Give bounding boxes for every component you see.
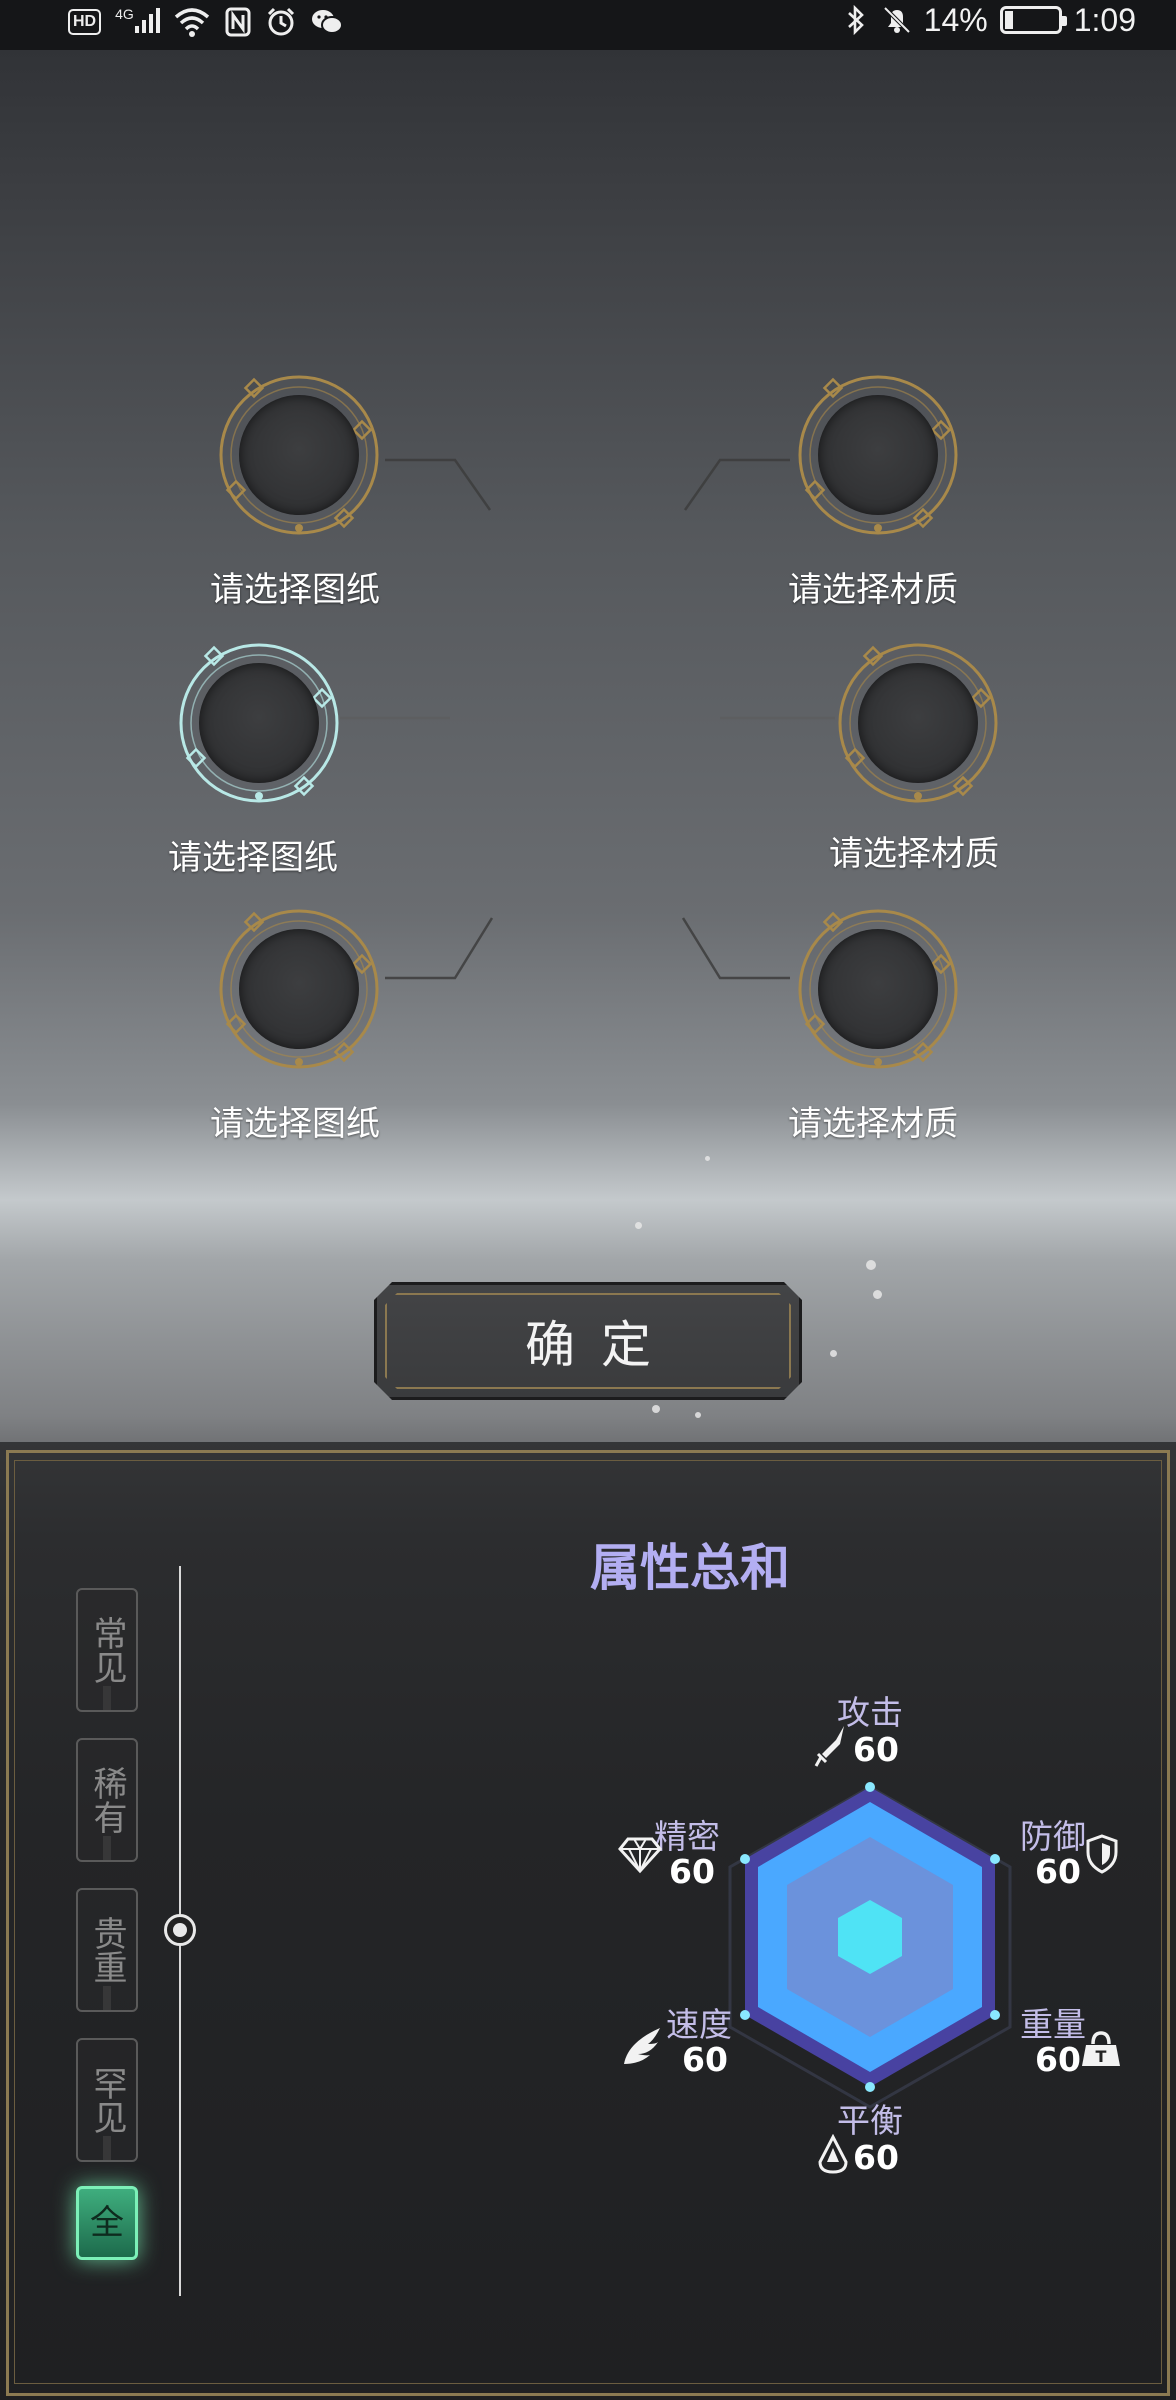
radar-dot-speed (740, 2010, 750, 2020)
filter-scroll-knob[interactable] (164, 1914, 196, 1946)
sparkle (652, 1405, 660, 1413)
status-bar: HD 4G 14% 1:09 (0, 0, 1176, 50)
mute-bell-icon (882, 4, 912, 36)
blueprint-slot-2-label: 请选择图纸 (168, 838, 338, 878)
alarm-icon (266, 6, 296, 38)
blueprint-slot-1-label: 请选择图纸 (210, 570, 380, 610)
ring-notch (295, 1058, 303, 1066)
stat-defense-name: 防御 (1020, 1817, 1086, 1856)
nfc-icon (224, 6, 252, 38)
stat-weight-name: 重量 (1020, 2005, 1086, 2044)
balance-icon (818, 2134, 848, 2174)
slot-empty-core (239, 929, 359, 1049)
sparkle (873, 1290, 882, 1299)
stat-weight-value: 60 (1035, 2040, 1081, 2079)
blueprint-slot-2[interactable] (174, 638, 344, 808)
battery-percent: 14% (923, 1, 988, 38)
sparkle (830, 1350, 837, 1357)
slot-empty-core (858, 663, 978, 783)
stat-precision-value: 60 (669, 1852, 715, 1891)
sparkle (635, 1222, 642, 1229)
slot-empty-core (239, 395, 359, 515)
filter-rare-label: 稀有 (87, 1766, 127, 1834)
confirm-button[interactable]: 确定 (374, 1282, 802, 1400)
material-slot-1[interactable] (793, 370, 963, 540)
sparkle (695, 1412, 701, 1418)
filter-uncommon-label: 罕见 (87, 2066, 127, 2134)
material-slot-2[interactable] (833, 638, 1003, 808)
stat-speed-name: 速度 (666, 2005, 732, 2044)
stat-defense-value: 60 (1035, 1852, 1081, 1891)
material-slot-3[interactable] (793, 904, 963, 1074)
weight-icon: T (1082, 2031, 1120, 2066)
clock: 1:09 (1073, 1, 1136, 38)
stat-balance-value: 60 (853, 2138, 899, 2177)
ring-notch (914, 792, 922, 800)
shield-icon (1086, 1834, 1118, 1874)
filter-common-label: 常见 (87, 1616, 127, 1684)
material-slot-2-label: 请选择材质 (829, 834, 999, 874)
attribute-total-title: 属性总和 (590, 1539, 790, 1597)
signal-icon: 4G (115, 6, 160, 38)
confirm-button-label: 确定 (525, 1316, 677, 1374)
filter-precious[interactable]: 贵重 (76, 1888, 138, 2012)
radar-dot-attack (865, 1782, 875, 1792)
blueprint-slot-3-label: 请选择图纸 (210, 1104, 380, 1144)
radar-dot-precision (740, 1854, 750, 1864)
slot-empty-core (818, 929, 938, 1049)
ring-notch (874, 1058, 882, 1066)
stat-attack-value: 60 (853, 1730, 899, 1769)
filter-rare[interactable]: 稀有 (76, 1738, 138, 1862)
battery-fill (1004, 11, 1013, 29)
stat-precision-name: 精密 (654, 1817, 720, 1856)
filter-common[interactable]: 常见 (76, 1588, 138, 1712)
stat-speed-value: 60 (682, 2040, 728, 2079)
slot-empty-core (199, 663, 319, 783)
radar-dot-defense (990, 1854, 1000, 1864)
slot-connectors (340, 458, 835, 980)
radar-dot-balance (865, 2082, 875, 2092)
sparkle (705, 1156, 710, 1161)
blueprint-slot-1[interactable] (214, 370, 384, 540)
attribute-radar-chart (728, 1782, 1012, 2109)
slot-empty-core (818, 395, 938, 515)
network-type: 4G (115, 6, 134, 22)
battery-icon (999, 6, 1067, 34)
ring-notch (255, 792, 263, 800)
filter-uncommon[interactable]: 罕见 (76, 2038, 138, 2162)
svg-text:T: T (1096, 2047, 1107, 2066)
blueprint-slot-3[interactable] (214, 904, 384, 1074)
ring-notch (295, 524, 303, 532)
filter-all[interactable]: 全 (76, 2186, 138, 2260)
sword-icon (814, 1726, 844, 1767)
material-slot-1-label: 请选择材质 (788, 570, 958, 610)
wifi-icon (174, 6, 210, 38)
hd-icon: HD (68, 9, 102, 35)
wechat-icon (310, 6, 344, 38)
bluetooth-icon (842, 4, 870, 36)
filter-all-label: 全 (90, 2203, 124, 2243)
material-slot-3-label: 请选择材质 (788, 1104, 958, 1144)
wing-icon (624, 2028, 660, 2064)
filter-precious-label: 贵重 (87, 1916, 127, 1984)
diamond-icon (618, 1837, 662, 1874)
radar-dot-weight (990, 2010, 1000, 2020)
ring-notch (874, 524, 882, 532)
sparkle (866, 1260, 876, 1270)
